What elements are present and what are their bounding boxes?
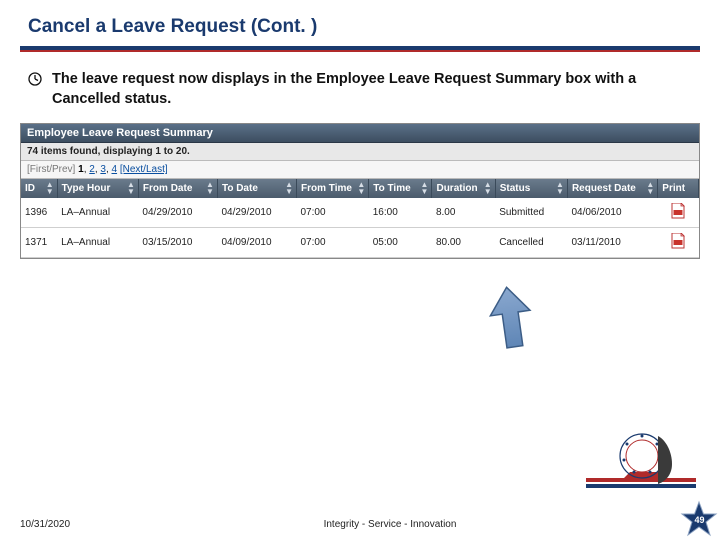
table-row: 1371LA–Annual03/15/201004/09/201007:0005… <box>21 228 699 258</box>
sort-icon: ▲▼ <box>127 181 135 195</box>
sort-icon: ▲▼ <box>206 181 214 195</box>
sort-icon: ▲▼ <box>46 181 54 195</box>
callout-arrow-icon <box>485 283 537 355</box>
col-status[interactable]: Status▲▼ <box>495 179 567 198</box>
footer-date: 10/31/2020 <box>20 519 140 530</box>
cell-dur: 8.00 <box>432 198 495 228</box>
footer-motto: Integrity - Service - Innovation <box>140 519 640 530</box>
cell-ftime: 07:00 <box>296 228 368 258</box>
cell-from: 03/15/2010 <box>138 228 217 258</box>
page-link-2[interactable]: 2 <box>89 164 95 175</box>
items-found-label: 74 items found, displaying 1 to 20. <box>21 143 699 161</box>
first-prev-link: [First/Prev] <box>27 164 75 175</box>
cell-ttime: 16:00 <box>369 198 432 228</box>
page-link-3[interactable]: 3 <box>100 164 106 175</box>
col-rdate[interactable]: Request Date▲▼ <box>567 179 657 198</box>
sort-icon: ▲▼ <box>556 181 564 195</box>
page-link-4[interactable]: 4 <box>112 164 118 175</box>
pagination: [First/Prev] 1, 2, 3, 4 [Next/Last] <box>21 161 699 179</box>
cell-status: Cancelled <box>495 228 567 258</box>
sort-icon: ▲▼ <box>357 181 365 195</box>
cell-id: 1371 <box>21 228 57 258</box>
cell-dur: 80.00 <box>432 228 495 258</box>
cell-to: 04/09/2010 <box>217 228 296 258</box>
summary-table: ID▲▼ Type Hour▲▼ From Date▲▼ To Date▲▼ F… <box>21 179 699 258</box>
col-id[interactable]: ID▲▼ <box>21 179 57 198</box>
panel-heading: Employee Leave Request Summary <box>21 124 699 143</box>
leave-summary-panel: Employee Leave Request Summary 74 items … <box>20 123 700 259</box>
sort-icon: ▲▼ <box>421 181 429 195</box>
pdf-icon[interactable] <box>671 233 685 249</box>
bullet-text: The leave request now displays in the Em… <box>52 70 692 109</box>
page-title: Cancel a Leave Request (Cont. ) <box>0 0 720 46</box>
cell-from: 04/29/2010 <box>138 198 217 228</box>
cell-to: 04/29/2010 <box>217 198 296 228</box>
col-to[interactable]: To Date▲▼ <box>217 179 296 198</box>
cell-type: LA–Annual <box>57 198 138 228</box>
sort-icon: ▲▼ <box>484 181 492 195</box>
table-row: 1396LA–Annual04/29/201004/29/201007:0016… <box>21 198 699 228</box>
page-current: 1 <box>78 164 84 175</box>
divider-red <box>20 50 700 52</box>
clock-icon <box>28 72 42 86</box>
cell-status: Submitted <box>495 198 567 228</box>
cell-rdate: 04/06/2010 <box>567 198 657 228</box>
col-from[interactable]: From Date▲▼ <box>138 179 217 198</box>
cell-rdate: 03/11/2010 <box>567 228 657 258</box>
cell-ttime: 05:00 <box>369 228 432 258</box>
page-number: 49 <box>680 500 718 538</box>
sort-icon: ▲▼ <box>285 181 293 195</box>
table-header-row: ID▲▼ Type Hour▲▼ From Date▲▼ To Date▲▼ F… <box>21 179 699 198</box>
sort-icon: ▲▼ <box>646 181 654 195</box>
dfas-seal-icon <box>586 422 696 502</box>
slide-footer: 10/31/2020 Integrity - Service - Innovat… <box>0 519 720 530</box>
col-ftime[interactable]: From Time▲▼ <box>296 179 368 198</box>
pdf-icon[interactable] <box>671 203 685 219</box>
cell-print[interactable] <box>658 228 699 258</box>
cell-ftime: 07:00 <box>296 198 368 228</box>
col-type[interactable]: Type Hour▲▼ <box>57 179 138 198</box>
col-dur[interactable]: Duration▲▼ <box>432 179 495 198</box>
next-last-link[interactable]: [Next/Last] <box>120 164 168 175</box>
cell-id: 1396 <box>21 198 57 228</box>
col-ttime[interactable]: To Time▲▼ <box>369 179 432 198</box>
cell-type: LA–Annual <box>57 228 138 258</box>
corner-star-icon: 49 <box>680 500 718 538</box>
bullet-item: The leave request now displays in the Em… <box>0 64 720 123</box>
cell-print[interactable] <box>658 198 699 228</box>
col-print: Print <box>658 179 699 198</box>
